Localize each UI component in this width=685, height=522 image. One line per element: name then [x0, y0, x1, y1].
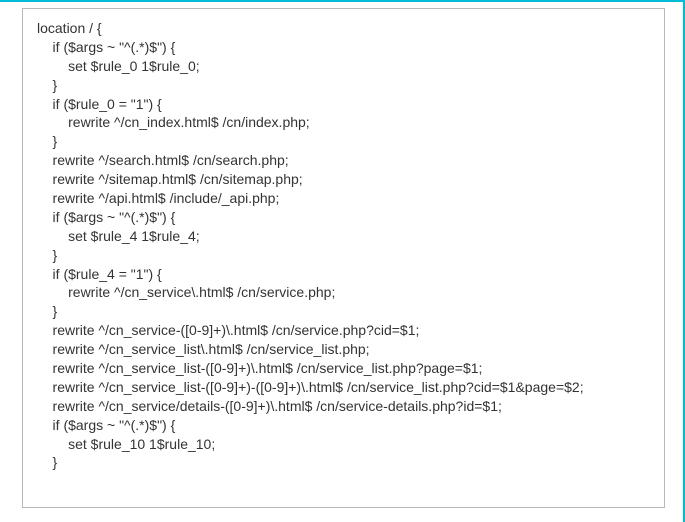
code-line: }	[37, 453, 650, 472]
code-line: }	[37, 246, 650, 265]
code-line: location / {	[37, 19, 650, 38]
code-line: rewrite ^/cn_service-([0-9]+)\.html$ /cn…	[37, 321, 650, 340]
code-line: rewrite ^/cn_service_list\.html$ /cn/ser…	[37, 340, 650, 359]
code-line: rewrite ^/cn_index.html$ /cn/index.php;	[37, 113, 650, 132]
code-line: rewrite ^/sitemap.html$ /cn/sitemap.php;	[37, 170, 650, 189]
code-line: if ($args ~ "^(.*)$") {	[37, 38, 650, 57]
code-line: set $rule_0 1$rule_0;	[37, 57, 650, 76]
code-line: if ($args ~ "^(.*)$") {	[37, 416, 650, 435]
code-line: if ($rule_0 = "1") {	[37, 95, 650, 114]
code-block: location / { if ($args ~ "^(.*)$") { set…	[22, 8, 665, 508]
code-line: rewrite ^/cn_service_list-([0-9]+)-([0-9…	[37, 378, 650, 397]
code-line: rewrite ^/cn_service_list-([0-9]+)\.html…	[37, 359, 650, 378]
page-container: location / { if ($args ~ "^(.*)$") { set…	[0, 0, 685, 522]
code-line: set $rule_10 1$rule_10;	[37, 435, 650, 454]
code-line: rewrite ^/cn_service/details-([0-9]+)\.h…	[37, 397, 650, 416]
code-line: rewrite ^/api.html$ /include/_api.php;	[37, 189, 650, 208]
code-line: }	[37, 76, 650, 95]
code-line: rewrite ^/cn_service\.html$ /cn/service.…	[37, 283, 650, 302]
code-line: if ($rule_4 = "1") {	[37, 265, 650, 284]
code-line: }	[37, 302, 650, 321]
code-line: if ($args ~ "^(.*)$") {	[37, 208, 650, 227]
code-line: set $rule_4 1$rule_4;	[37, 227, 650, 246]
code-line: }	[37, 132, 650, 151]
code-line: rewrite ^/search.html$ /cn/search.php;	[37, 151, 650, 170]
code-content: location / { if ($args ~ "^(.*)$") { set…	[37, 19, 650, 472]
